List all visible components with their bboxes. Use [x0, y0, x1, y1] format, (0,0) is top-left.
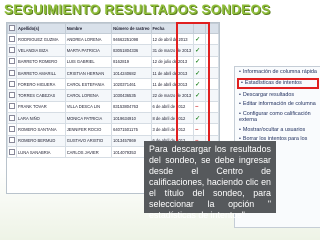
cell-lastname: ROMERO BERMUD [16, 134, 66, 147]
menu-item[interactable]: • Editar información de columna [235, 100, 320, 110]
row-select [7, 89, 17, 102]
menu-item[interactable]: • Descargar resultados [235, 90, 320, 100]
cell-lastname: RODRIGUEZ GUZMA [16, 32, 66, 46]
cell-lastname: ROMERO SANTANA [16, 123, 66, 136]
row-checkbox[interactable] [9, 114, 15, 121]
cell-firstname: GUSTAVO ARISTID [64, 134, 113, 147]
cell-firstname: ANDREA LORENA [64, 32, 113, 46]
cell-tracking: 1019634910 [111, 112, 152, 125]
bullet-icon: • [241, 80, 243, 87]
row-select [7, 112, 17, 125]
cell-lastname: BARRETO AMARILL [16, 66, 66, 80]
menu-item-label: Estadísticas de intentos [244, 80, 302, 87]
cell-tracking: 83153804763 [111, 100, 152, 114]
cell-tracking: 1014240682 [111, 66, 152, 80]
cell-firstname: CARLOS JAVIER [64, 145, 113, 159]
page-title: SEGUIMIENTO RESULTADOS SONDEOS [4, 2, 271, 17]
menu-item[interactable]: • Mostrar/ocultar a usuarios [235, 125, 320, 135]
cell-lastname: LUNA SANABRIA [16, 145, 66, 159]
cell-lastname: FORERO HIGUERA [16, 78, 66, 91]
cell-firstname: LUIS GABRIEL [64, 55, 113, 68]
cell-lastname: LARA NIÑO [16, 112, 66, 125]
row-checkbox[interactable] [9, 103, 15, 110]
menu-item-label: Información de columna rápida [242, 68, 317, 75]
row-checkbox[interactable] [9, 69, 15, 76]
menu-item-label: Descargar resultados [242, 91, 295, 98]
row-select [7, 100, 17, 114]
cell-firstname: MONICA PATRICIA [64, 112, 113, 125]
header-lastname[interactable]: Apellido(s) [16, 23, 66, 34]
row-select [7, 123, 17, 136]
row-checkbox[interactable] [9, 126, 15, 133]
row-checkbox[interactable] [9, 92, 15, 99]
cell-firstname: CRISTIAN HERNAN [64, 66, 113, 80]
bullet-icon: • [239, 68, 241, 75]
cell-tracking: 8162819 [111, 55, 152, 68]
cell-tracking: 64071501175 [111, 123, 152, 136]
bullet-icon: • [239, 110, 241, 117]
cell-tracking: 1020371461 [111, 78, 152, 91]
header-firstname[interactable]: Nombre [64, 23, 113, 34]
cell-lastname: VELANDIA BIZA [16, 44, 66, 57]
row-checkbox[interactable] [9, 35, 15, 42]
row-checkbox[interactable] [9, 46, 15, 53]
menu-item[interactable]: • Estadísticas de intentos [237, 77, 319, 89]
cell-tracking: 94662251098 [111, 32, 152, 46]
row-select [7, 66, 17, 80]
menu-item-label: Mostrar/ocultar a usuarios [242, 126, 306, 133]
row-checkbox[interactable] [9, 137, 15, 144]
menu-item[interactable]: • Información de columna rápida [235, 67, 320, 77]
cell-tracking: 1030436535 [111, 89, 152, 102]
cell-firstname: CAROL ESTEFANIA [64, 78, 113, 91]
cell-lastname: BARRETO ROMERO [16, 55, 66, 68]
bullet-icon: • [239, 101, 241, 108]
cell-firstname: MARTA PATRICIA [64, 44, 113, 57]
cell-tracking: 83051804336 [111, 44, 152, 57]
header-tracking[interactable]: Número de rastreo [111, 23, 152, 34]
select-all-checkbox[interactable] [9, 25, 15, 31]
menu-item-label: Editar información de columna [242, 101, 316, 108]
cell-lastname: FRANK TOVAR [16, 100, 66, 114]
cell-firstname: JENNIFER ROCIO [64, 123, 113, 136]
cell-lastname: TORRES CABEZAS [16, 89, 66, 102]
bullet-icon: • [239, 126, 241, 133]
row-checkbox[interactable] [9, 148, 15, 155]
bullet-icon: • [239, 91, 241, 98]
row-checkbox[interactable] [9, 58, 15, 65]
cell-firstname: VILLA DESCA LIN [64, 100, 113, 114]
instruction-text: Para descargar los resultados del sondeo… [149, 144, 271, 220]
row-select [7, 55, 17, 68]
header-select [7, 23, 17, 34]
row-select [7, 145, 17, 159]
row-select [7, 134, 17, 147]
row-checkbox[interactable] [9, 80, 15, 87]
menu-item[interactable]: • Configurar como calificación externa [235, 109, 320, 125]
menu-item-label: Configurar como calificación externa [239, 110, 311, 124]
row-select [7, 44, 17, 57]
row-select [7, 32, 17, 46]
instruction-callout: Para descargar los resultados del sondeo… [144, 141, 276, 220]
cell-firstname: CAROL LORENA [64, 89, 113, 102]
row-select [7, 78, 17, 91]
